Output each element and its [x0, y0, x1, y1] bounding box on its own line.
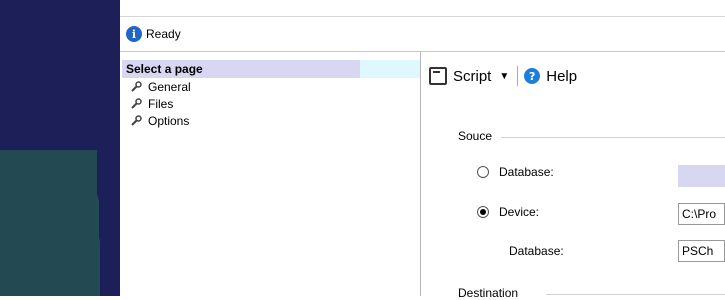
source-database-field[interactable]: PSCh	[678, 240, 725, 262]
restore-dialog: i Ready Select a page General Files Opti…	[120, 0, 725, 300]
page-content-pane: Script ▼ ? Help Souce Database: Device: …	[421, 52, 725, 300]
select-page-header-extension	[360, 60, 420, 78]
select-page-header: Select a page	[122, 60, 360, 78]
page-item-label: Files	[148, 96, 174, 111]
help-button[interactable]: Help	[546, 68, 577, 85]
script-button[interactable]: Script	[453, 68, 491, 85]
title-strip	[120, 0, 725, 17]
chevron-down-icon[interactable]: ▼	[499, 71, 509, 82]
page-list: General Files Options	[130, 78, 191, 129]
info-icon: i	[126, 26, 142, 42]
page-item-label: General	[148, 79, 191, 94]
device-radio-row[interactable]: Device:	[477, 205, 539, 219]
background-shape	[0, 150, 100, 296]
wrench-icon	[130, 97, 142, 110]
page-item-files[interactable]: Files	[130, 95, 191, 112]
script-icon[interactable]	[429, 67, 447, 85]
toolbar: Script ▼ ? Help	[429, 64, 577, 88]
page-item-options[interactable]: Options	[130, 112, 191, 129]
device-radio[interactable]	[477, 206, 489, 218]
page-item-general[interactable]: General	[130, 78, 191, 95]
database-radio-label: Database:	[499, 165, 554, 179]
status-text: Ready	[146, 27, 181, 41]
source-group-line	[501, 137, 725, 138]
destination-group-line	[546, 294, 725, 295]
destination-group-title: Destination	[458, 286, 525, 300]
device-radio-label: Device:	[499, 205, 540, 219]
source-database-select	[678, 165, 725, 187]
wrench-icon	[130, 80, 142, 93]
database-radio-row[interactable]: Database:	[477, 165, 554, 179]
wrench-icon	[130, 114, 142, 127]
select-page-pane: Select a page General Files Options	[120, 52, 421, 296]
database-radio[interactable]	[477, 166, 489, 178]
toolbar-separator	[517, 66, 519, 86]
source-database-label: Database:	[509, 244, 564, 258]
help-icon[interactable]: ?	[524, 68, 541, 84]
page-item-label: Options	[148, 113, 190, 128]
device-path-field[interactable]: C:\Pro	[678, 203, 725, 225]
status-bar: i Ready	[120, 17, 725, 52]
source-group-title: Souce	[458, 129, 499, 143]
